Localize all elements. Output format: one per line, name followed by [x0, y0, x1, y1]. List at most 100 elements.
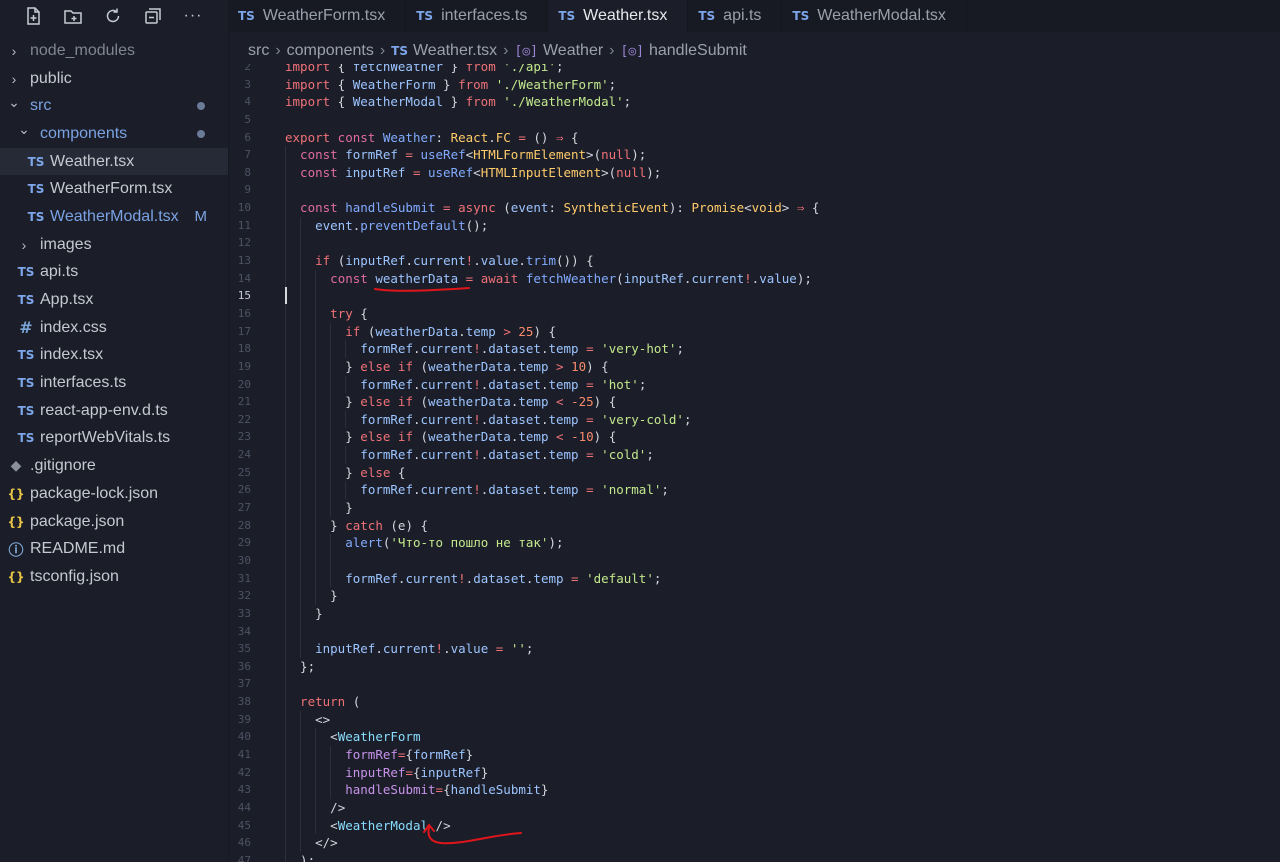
tree-item-index-tsx[interactable]: TS index.tsx	[0, 342, 228, 370]
tree-item-gitignore[interactable]: ◆ .gitignore	[0, 452, 228, 480]
breadcrumb-item[interactable]: src	[248, 42, 269, 60]
typescript-file-icon: TS	[558, 9, 576, 23]
tab-weathermodal-tsx[interactable]: TS WeatherModal.tsx	[782, 0, 967, 32]
tree-item-components[interactable]: ⌄ components	[0, 120, 228, 148]
tree-item-weather-tsx[interactable]: TS Weather.tsx	[0, 147, 228, 176]
breadcrumb-item[interactable]: components	[287, 42, 374, 60]
code-text: const inputRef = useRef<HTMLInputElement…	[300, 164, 661, 182]
indent-guide	[300, 763, 302, 782]
tab-interfaces-ts[interactable]: TS interfaces.ts	[406, 0, 549, 32]
breadcrumb-item[interactable]: TS Weather.tsx	[391, 42, 497, 60]
indent-guide	[315, 728, 317, 746]
tree-item-readme-md[interactable]: ⓘ README.md	[0, 535, 228, 563]
code-line: 2 import { fetchWeather } from './api';	[228, 64, 1280, 76]
code-token: !	[744, 270, 752, 286]
code-text: const handleSubmit = async (event: Synth…	[300, 199, 819, 217]
tree-item-weatherform-tsx[interactable]: TS WeatherForm.tsx	[0, 175, 228, 203]
line-number: 30	[237, 553, 251, 567]
code-token: {	[330, 94, 353, 110]
line-number: 43	[237, 783, 251, 797]
code-token: }	[480, 764, 489, 780]
new-file-button[interactable]	[22, 5, 44, 27]
code-line: 16 try {	[228, 304, 1280, 323]
indent-guide	[315, 463, 317, 482]
tree-item-label: package.json	[30, 512, 125, 530]
more-actions-button[interactable]: ···	[182, 5, 204, 27]
chevron-right-icon: ›	[11, 42, 17, 59]
code-token: fetchWeather	[352, 64, 444, 74]
code-token: <	[330, 817, 338, 833]
breadcrumb-item[interactable]: [◎] handleSubmit	[621, 42, 747, 60]
tree-item-package-lock-json[interactable]: {} package-lock.json	[0, 480, 228, 508]
code-token: dataset	[473, 570, 526, 586]
code-line: 13 if (inputRef.current!.value.trim()) {	[228, 252, 1280, 270]
line-number: 46	[237, 836, 251, 850]
line-number: 26	[237, 483, 251, 497]
code-token: (	[412, 394, 429, 410]
indent-guide	[285, 728, 286, 746]
breadcrumb-label: Weather.tsx	[412, 42, 498, 59]
indent-guide	[315, 781, 317, 799]
code-token: temp	[548, 411, 579, 427]
code-token: WeatherModal	[352, 94, 444, 110]
code-line: 21} else if (weatherData.temp < -25) {	[228, 393, 1280, 411]
code-line: 38 return (	[228, 693, 1280, 711]
code-token: =	[405, 164, 428, 180]
code-line: 46 </>	[228, 834, 1280, 852]
code-token: event	[315, 217, 353, 233]
code-token: './api'	[495, 64, 556, 74]
indent-guide	[300, 216, 302, 235]
tab-api-ts[interactable]: TS api.ts	[688, 0, 783, 32]
code-token: current	[420, 411, 474, 427]
tree-item-reportwebvitals-ts[interactable]: TS reportWebVitals.ts	[0, 425, 228, 453]
tree-item-index-css[interactable]: # index.css	[0, 314, 228, 342]
code-line: 3 import { WeatherForm } from './WeatherF…	[228, 76, 1280, 94]
code-text: formRef.current!.dataset.temp = 'very-co…	[360, 411, 691, 429]
code-text: return (	[300, 693, 360, 711]
tab-weather-tsx[interactable]: TS Weather.tsx	[548, 0, 689, 32]
tree-item-src[interactable]: ⌄ src	[0, 92, 228, 120]
tree-item-tsconfig-json[interactable]: {} tsconfig.json	[0, 563, 228, 591]
tree-item-public[interactable]: › public	[0, 65, 228, 93]
indent-guide	[330, 499, 332, 517]
refresh-button[interactable]	[102, 5, 124, 27]
code-token: );	[646, 164, 662, 180]
code-line: 24 formRef.current!.dataset.temp = 'cold'…	[228, 446, 1280, 464]
code-line: 5	[228, 111, 1280, 129]
tree-item-weathermodal-tsx[interactable]: TS WeatherModal.tsx M	[0, 203, 228, 231]
code-token: else if	[360, 358, 413, 374]
indent-guide	[300, 569, 302, 588]
line-number: 8	[244, 165, 251, 179]
tree-item-app-tsx[interactable]: TS App.tsx	[0, 286, 228, 314]
tree-item-api-ts[interactable]: TS api.ts	[0, 259, 228, 287]
more-icon: ···	[183, 7, 203, 24]
code-text: <WeatherForm	[330, 728, 420, 746]
tree-item-interfaces-ts[interactable]: TS interfaces.ts	[0, 369, 228, 397]
code-token: else if	[360, 429, 413, 445]
breadcrumb-item[interactable]: [◎] Weather	[515, 42, 604, 60]
code-editor[interactable]: 2 import { fetchWeather } from './api'; 3 i…	[228, 64, 1280, 862]
code-token: }	[345, 394, 361, 410]
code-token: );	[300, 852, 316, 862]
line-number: 20	[237, 377, 251, 391]
new-folder-button[interactable]	[62, 5, 84, 27]
code-text: formRef.current!.dataset.temp = 'default…	[345, 570, 661, 588]
code-line: 8 const inputRef = useRef<HTMLInputElemen…	[228, 163, 1280, 182]
indent-guide	[300, 781, 302, 799]
tree-item-node-modules[interactable]: › node_modules	[0, 37, 228, 65]
breadcrumb-label: components	[286, 42, 374, 59]
code-line: 6 export const Weather: React.FC = () ⇒ {	[228, 129, 1280, 147]
line-number: 10	[237, 201, 251, 215]
code-text: }	[315, 605, 323, 623]
typescript-file-icon: TS	[17, 403, 35, 418]
tree-item-images[interactable]: › images	[0, 231, 228, 259]
tree-item-package-json[interactable]: {} package.json	[0, 508, 228, 536]
indent-guide	[315, 534, 317, 552]
tab-weatherform-tsx[interactable]: TS WeatherForm.tsx	[228, 0, 407, 32]
tree-item-react-app-env-d-ts[interactable]: TS react-app-env.d.ts	[0, 397, 228, 425]
code-token: current	[420, 376, 474, 392]
indent-guide	[330, 322, 332, 341]
line-number: 39	[237, 712, 251, 726]
code-token: ) {	[593, 429, 617, 445]
collapse-all-button[interactable]	[142, 5, 164, 27]
